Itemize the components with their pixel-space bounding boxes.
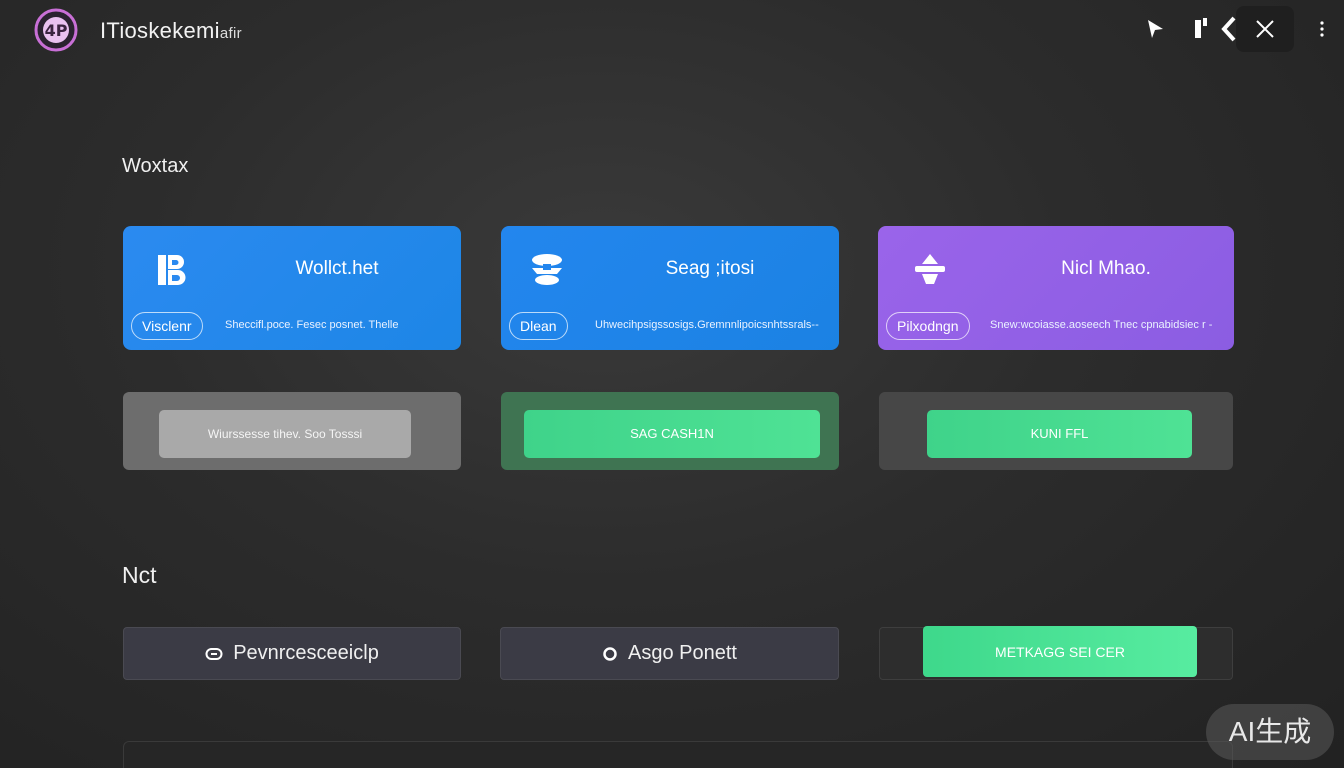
pointer-icon[interactable] [1140, 14, 1170, 44]
card-chip[interactable]: Visclenr [131, 312, 203, 340]
action-panel-3: KUNI FFL [879, 392, 1233, 470]
option-label: Pevnrcesceeiclp [233, 642, 379, 664]
stack-icon [529, 252, 565, 288]
wallet-card-3[interactable]: Nicl Mhao. Pilxodngn Snew:wcoiasse.aosee… [878, 226, 1234, 350]
app-title-suffix: afir [219, 25, 242, 42]
card-title: Wollct.het [295, 258, 379, 279]
section-title-next: Nct [122, 562, 157, 588]
bookmark-icon[interactable] [1186, 14, 1216, 44]
option-button-1[interactable]: Pevnrcesceeiclp [123, 627, 461, 680]
lamp-icon [912, 252, 948, 288]
app-window: 4P ITioskekemiafir Woxtax Wollct.het Vis… [0, 0, 1344, 768]
card-chip[interactable]: Dlean [509, 312, 568, 340]
primary-action-button[interactable]: METKAGG SEI CER [923, 626, 1197, 677]
app-title-main: ITioskekemi [100, 18, 220, 43]
panel-button[interactable]: Wiurssesse tihev. Soo Tosssi [159, 410, 411, 458]
close-button[interactable] [1236, 6, 1294, 52]
circle-icon [602, 646, 618, 662]
panel-button[interactable]: KUNI FFL [927, 410, 1192, 458]
card-description: Uhwecihpsigssosigs.Gremnnlipoicsnhtssral… [595, 319, 819, 331]
card-description: Snew:wcoiasse.aoseech Tnec cpnabidsiec r… [990, 319, 1213, 331]
card-title: Nicl Mhao. [1061, 258, 1151, 279]
app-logo-icon: 4P [30, 8, 82, 52]
title-bar: 4P ITioskekemiafir [0, 0, 1344, 60]
option-button-2[interactable]: Asgo Ponett [500, 627, 839, 680]
more-options-icon[interactable] [1312, 14, 1332, 44]
link-icon [205, 647, 223, 661]
close-icon [1256, 20, 1274, 38]
b-logo-icon [153, 252, 189, 288]
card-title: Seag ;itosi [665, 258, 755, 279]
card-chip[interactable]: Pilxodngn [886, 312, 970, 340]
bottom-panel [123, 741, 1233, 768]
option-label: Asgo Ponett [628, 642, 737, 664]
card-description: Sheccifl.poce. Fesec posnet. Thelle [225, 319, 399, 331]
wallet-card-2[interactable]: Seag ;itosi Dlean Uhwecihpsigssosigs.Gre… [501, 226, 839, 350]
action-panel-1: Wiurssesse tihev. Soo Tosssi [123, 392, 461, 470]
logo-text: 4P [45, 21, 68, 40]
ai-watermark: AI生成 [1206, 704, 1334, 760]
panel-button[interactable]: SAG CASH1N [524, 410, 820, 458]
section-title-wallets: Woxtax [122, 155, 189, 177]
wallet-card-1[interactable]: Wollct.het Visclenr Sheccifl.poce. Fesec… [123, 226, 461, 350]
action-panel-2: SAG CASH1N [501, 392, 839, 470]
app-title: ITioskekemiafir [100, 18, 242, 44]
